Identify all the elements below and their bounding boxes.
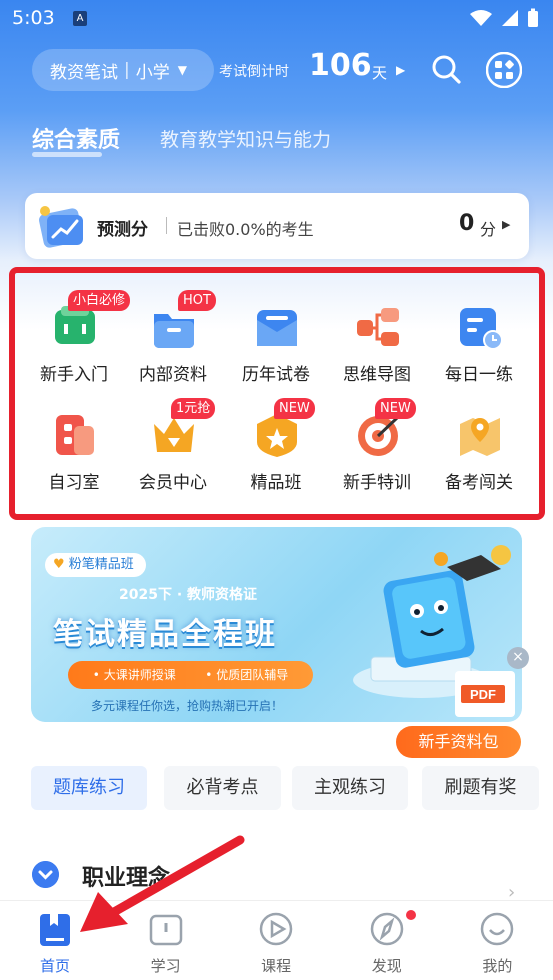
nav-item[interactable]: 发现: [332, 901, 442, 980]
grid-item-label: 备考闯关: [445, 473, 513, 493]
exam-level: 小学: [135, 62, 170, 83]
grid-item[interactable]: 备考闯关: [429, 412, 529, 522]
grid-item-label: 新手入门: [40, 365, 108, 385]
grid-item-badge: NEW: [274, 398, 315, 419]
banner-point-1: • 大课讲师授课: [92, 668, 176, 682]
promo-banner[interactable]: ♥ 粉笔精品班 2025下 · 教师资格证 笔试精品全程班 • 大课讲师授课 •…: [31, 527, 522, 722]
banner-tag-label: 粉笔精品班: [68, 557, 134, 572]
grid-item[interactable]: 每日一练: [429, 304, 529, 414]
predict-score-unit: 分: [480, 220, 497, 239]
nav-item-label: 首页: [39, 957, 70, 975]
predict-score: 0: [459, 211, 475, 236]
grid-item[interactable]: 会员中心 1元抢: [123, 398, 223, 522]
grid-item-badge: 1元抢: [171, 398, 216, 419]
map-pin-icon: [460, 418, 500, 456]
search-icon[interactable]: [430, 53, 462, 85]
notification-app-icon: A: [73, 11, 87, 26]
practice-tab[interactable]: 刷题有奖: [422, 766, 539, 810]
tab-comprehensive[interactable]: 综合素质: [32, 122, 120, 154]
status-time: 5:03: [12, 7, 55, 29]
play-icon: [259, 912, 293, 946]
grid-item-label: 思维导图: [343, 365, 411, 385]
nav-item-label: 学习: [150, 957, 181, 975]
tab-teaching-knowledge[interactable]: 教育教学知识与能力: [160, 125, 331, 152]
grid-item[interactable]: 自习室: [24, 412, 124, 522]
battery-icon: [528, 8, 538, 27]
predicted-score-card[interactable]: 预测分 已击败0.0%的考生 0 分 ▶: [25, 193, 529, 259]
grid-item-label: 会员中心: [139, 473, 207, 493]
banner-title: 笔试精品全程班: [53, 617, 277, 652]
profile-icon: [481, 912, 514, 946]
grid-item-label: 内部资料: [139, 365, 207, 385]
grid-item-badge: HOT: [178, 290, 216, 311]
countdown-unit: 天: [372, 64, 388, 82]
mindmap-icon: [357, 308, 399, 346]
nav-item-label: 课程: [261, 957, 292, 975]
signal-icon: [502, 10, 518, 26]
pdf-label: PDF: [470, 687, 496, 702]
countdown-days[interactable]: 106: [309, 48, 372, 83]
banner-tag: ♥ 粉笔精品班: [45, 553, 146, 577]
active-tab-indicator: [32, 152, 102, 157]
grid-item[interactable]: 新手入门 小白必修: [24, 290, 131, 414]
compass-icon: [370, 912, 404, 946]
practice-tab[interactable]: 题库练习: [31, 766, 147, 810]
grid-item-label: 精品班: [250, 473, 302, 493]
nav-item[interactable]: 我的: [442, 901, 552, 980]
grid-item[interactable]: 思维导图: [327, 304, 427, 414]
caret-down-icon: ▼: [177, 63, 187, 77]
banner-point-2: • 优质团队辅导: [205, 668, 289, 682]
starter-pack-button[interactable]: 新手资料包: [396, 726, 521, 758]
heart-icon: ♥: [53, 557, 69, 572]
chevron-right-icon[interactable]: ▶: [396, 63, 405, 77]
envelope-icon: [257, 310, 297, 346]
grid-item-label: 历年试卷: [242, 365, 310, 385]
practice-tab[interactable]: 必背考点: [164, 766, 281, 810]
nav-item-label: 我的: [482, 957, 513, 975]
notification-dot: [405, 910, 416, 920]
grid-item-label: 新手特训: [343, 473, 411, 493]
wifi-icon: [470, 10, 492, 26]
countdown-label: 考试倒计时: [219, 64, 289, 80]
close-icon[interactable]: ×: [507, 647, 529, 669]
divider: [166, 217, 167, 234]
predict-title: 预测分: [97, 220, 148, 240]
grid-item[interactable]: 新手特训 NEW: [327, 398, 427, 522]
grid-item-badge: NEW: [375, 398, 416, 419]
grid-item-label: 自习室: [48, 473, 100, 493]
banner-footnote: 多元课程任你选，抢购热潮已开启！: [91, 699, 284, 713]
exam-type-selector[interactable]: 教资笔试 | 小学 ▼: [32, 49, 214, 91]
grid-item-badge: 小白必修: [68, 290, 131, 311]
chevron-down-icon[interactable]: [32, 861, 59, 888]
practice-tab[interactable]: 主观练习: [292, 766, 408, 810]
banner-subtitle: 2025下 · 教师资格证: [119, 587, 258, 603]
exam-name: 教资笔试: [50, 62, 118, 83]
nav-item-label: 发现: [371, 957, 402, 975]
home-book-icon: [40, 914, 70, 946]
banner-highlights: • 大课讲师授课 • 优质团队辅导: [68, 661, 313, 689]
exam-separator: |: [124, 60, 130, 80]
trend-chart-icon: [39, 206, 83, 248]
grid-item[interactable]: 精品班 NEW: [226, 398, 326, 522]
chevron-right-icon: ▶: [502, 218, 511, 231]
grid-item[interactable]: 历年试卷: [226, 304, 326, 414]
annotation-arrow: [80, 835, 245, 932]
book-mascot-illustration: PDF: [353, 545, 515, 717]
predict-rank-text: 已击败0.0%的考生: [177, 220, 314, 239]
study-room-icon: [56, 415, 94, 455]
apps-icon[interactable]: [486, 52, 522, 88]
status-icons: [469, 8, 539, 28]
grid-item-label: 每日一练: [445, 365, 513, 385]
calendar-clock-icon: [460, 308, 503, 350]
status-bar: 5:03 A: [0, 0, 553, 36]
